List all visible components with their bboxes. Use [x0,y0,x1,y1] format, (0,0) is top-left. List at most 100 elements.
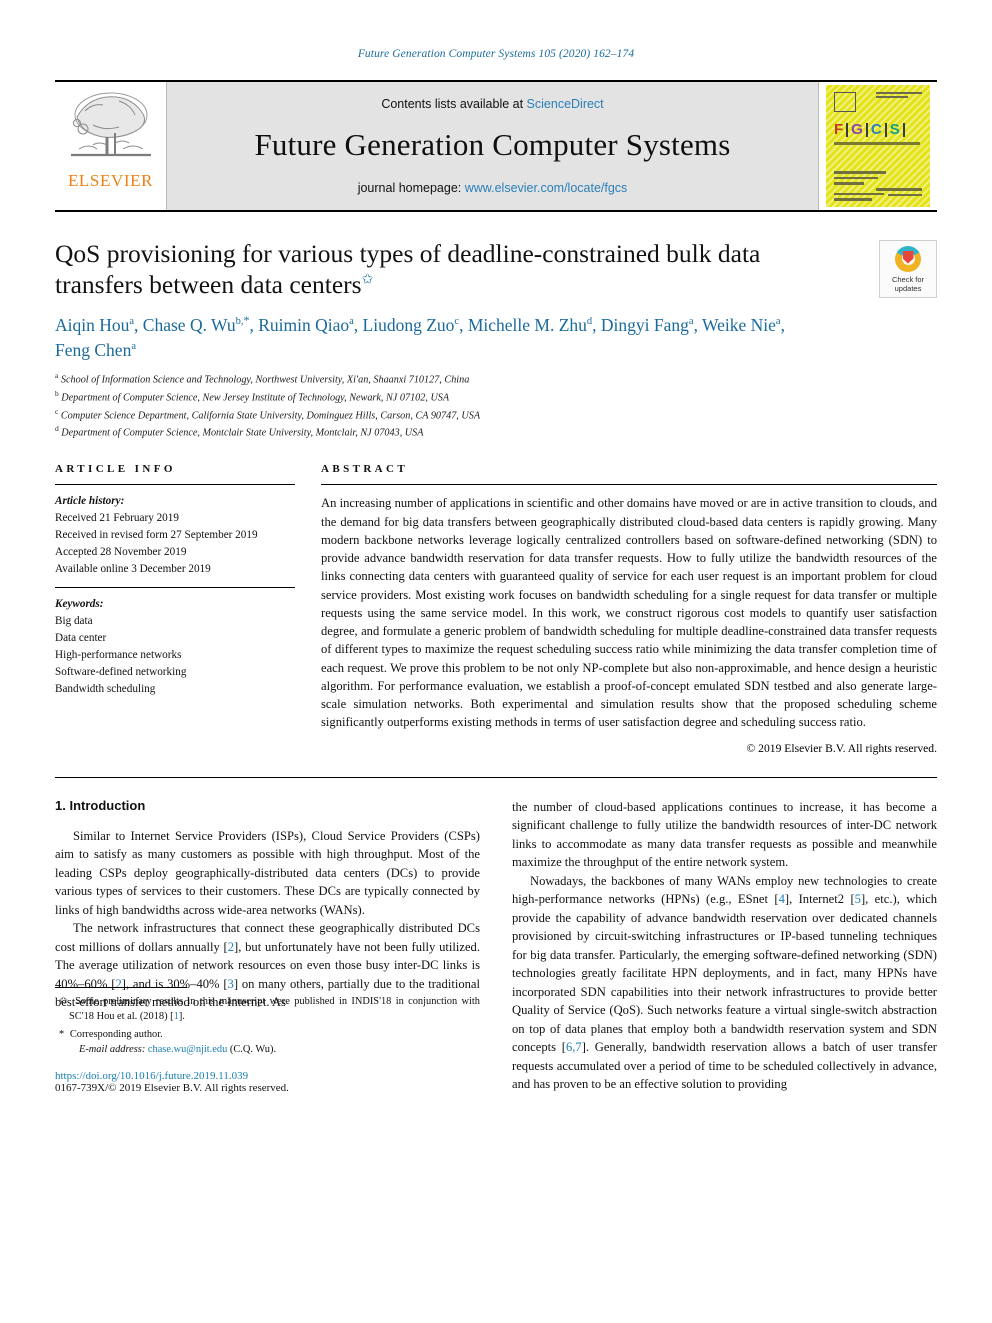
citation-link[interactable]: 6,7 [566,1040,582,1054]
cover-letter-c: C [870,121,882,138]
text-run: Corresponding author. [69,1029,163,1041]
elsevier-logo: ELSEVIER [55,82,167,210]
footnote-star: ✩ Some preliminary results in this manus… [55,995,480,1025]
running-head: Future Generation Computer Systems 105 (… [357,48,635,60]
keyword-item: Bandwidth scheduling [55,683,156,696]
crossmark-shield-icon [902,250,914,264]
text-run: ], etc.), which provide the capability o… [512,892,937,1055]
author-list: Aiqin Houa, Chase Q. Wub,*, Ruimin Qiaoa… [55,313,785,360]
affiliation-item: c Computer Science Department, Californi… [55,406,937,424]
cover-header-lines [876,92,922,100]
issn-copyright: 0167-739X/© 2019 Elsevier B.V. All right… [55,1081,289,1094]
affiliation-list: a School of Information Science and Tech… [55,370,937,442]
affiliation-marker: d [55,424,59,434]
text-run: ]. [178,1011,185,1023]
affiliation-marker: a [55,370,59,380]
crossmark-badge[interactable]: Check for updates [879,240,937,298]
paper-title-text: QoS provisioning for various types of de… [55,239,761,300]
affiliation-item: d Department of Computer Science, Montcl… [55,423,937,441]
elsevier-tree-icon [70,92,151,157]
article-info-label: ARTICLE INFO [55,463,176,476]
section-divider [55,776,937,778]
text-run: Some preliminary results in this manuscr… [69,996,480,1023]
affiliation-text: Department of Computer Science, New Jers… [61,392,450,404]
keyword-item: Software-defined networking [55,666,187,679]
keyword-item: Big data [55,615,93,628]
sciencedirect-link[interactable]: ScienceDirect [527,97,604,111]
doi-link-row: https://doi.org/10.1016/j.future.2019.11… [55,1070,480,1082]
contents-prefix: Contents lists available at [381,97,527,111]
email-link[interactable]: chase.wu@njit.edu [148,1044,227,1055]
keyword-item: High-performance networks [55,649,182,662]
cover-letter-g: G [851,121,863,138]
history-item: Available online 3 December 2019 [55,563,211,576]
affiliation-item: b Department of Computer Science, New Je… [55,388,937,406]
cover-letter-f: F [834,121,844,138]
journal-homepage-link[interactable]: www.elsevier.com/locate/fgcs [465,181,628,195]
footnote-marker: ✩ [59,996,68,1008]
article-history: Article history: Received 21 February 20… [55,493,295,578]
footnote-email: E-mail address: chase.wu@njit.edu (C.Q. … [55,1043,480,1058]
masthead-center: Contents lists available at ScienceDirec… [167,82,818,210]
introduction-heading: 1. Introduction [55,797,146,813]
journal-cover-image: F G C S [826,85,930,207]
abstract-label: ABSTRACT [321,463,409,476]
footnote-area: ✩ Some preliminary results in this manus… [55,987,480,1094]
contents-list-line: Contents lists available at ScienceDirec… [381,97,603,111]
right-column: the number of cloud-based applications c… [512,798,937,1094]
elsevier-wordmark: ELSEVIER [67,171,154,190]
paper-page: Future Generation Computer Systems 105 (… [0,0,992,1323]
body-columns: 1. Introduction Similar to Internet Serv… [55,798,937,1094]
paragraph: the number of cloud-based applications c… [512,799,937,870]
footnote-marker: * [59,1029,65,1041]
journal-title: Future Generation Computer Systems [254,127,731,162]
abstract-column: ABSTRACT An increasing number of applica… [321,463,937,755]
divider [321,484,937,486]
email-label: E-mail address: [79,1043,146,1055]
page-title: QoS provisioning for various types of de… [55,238,800,300]
cover-topbar [834,92,922,112]
left-column: 1. Introduction Similar to Internet Serv… [55,798,480,1094]
keywords-label: Keywords: [55,598,104,611]
journal-cover-thumbnail: F G C S [818,82,937,210]
footnote-divider [55,987,187,989]
article-info-column: ARTICLE INFO Article history: Received 2… [55,463,295,754]
cover-letter-s: S [889,121,900,138]
paragraph: Similar to Internet Service Providers (I… [55,828,480,917]
cover-fgcs-letters: F G C S [834,122,922,137]
divider [55,484,295,486]
doi-link[interactable]: https://doi.org/10.1016/j.future.2019.11… [55,1070,248,1082]
footnote-corresponding-author: * Corresponding author. [55,1028,480,1043]
cover-elsevier-icon [834,92,856,112]
title-footnote-marker: ✩ [361,272,374,288]
abstract-text: An increasing number of applications in … [321,496,937,730]
affiliation-marker: b [55,388,59,398]
crossmark-label-line1: Check for [891,274,925,284]
homepage-prefix: journal homepage: [357,181,465,195]
keyword-item: Data center [55,632,107,645]
crossmark-label-line2: updates [894,283,922,293]
affiliation-text: Department of Computer Science, Montclai… [61,427,424,439]
crossmark-label: Check for updates [892,275,924,293]
affiliation-text: Computer Science Department, California … [60,409,481,421]
divider [55,587,295,589]
crossmark-icon [895,245,921,272]
affiliation-item: a School of Information Science and Tech… [55,370,937,388]
info-abstract-section: ARTICLE INFO Article history: Received 2… [55,463,937,755]
title-block: QoS provisioning for various types of de… [55,238,937,441]
paragraph: Nowadays, the backbones of many WANs emp… [512,872,937,1094]
keywords-list: Keywords: Big data Data center High-perf… [55,596,295,698]
affiliation-text: School of Information Science and Techno… [60,374,470,386]
journal-homepage-line: journal homepage: www.elsevier.com/locat… [358,181,628,195]
email-suffix: (C.Q. Wu). [229,1043,277,1055]
history-item: Received 21 February 2019 [55,512,179,525]
history-item: Accepted 28 November 2019 [55,546,187,559]
history-item: Received in revised form 27 September 20… [55,529,258,542]
journal-masthead: ELSEVIER Contents lists available at Sci… [55,80,937,212]
affiliation-marker: c [55,406,59,416]
cover-footer-block [876,188,922,199]
article-history-label: Article history: [55,495,125,508]
text-run: ], Internet2 [ [784,892,855,907]
abstract-copyright: © 2019 Elsevier B.V. All rights reserved… [746,741,937,755]
cover-subtitle-bar [834,142,920,145]
